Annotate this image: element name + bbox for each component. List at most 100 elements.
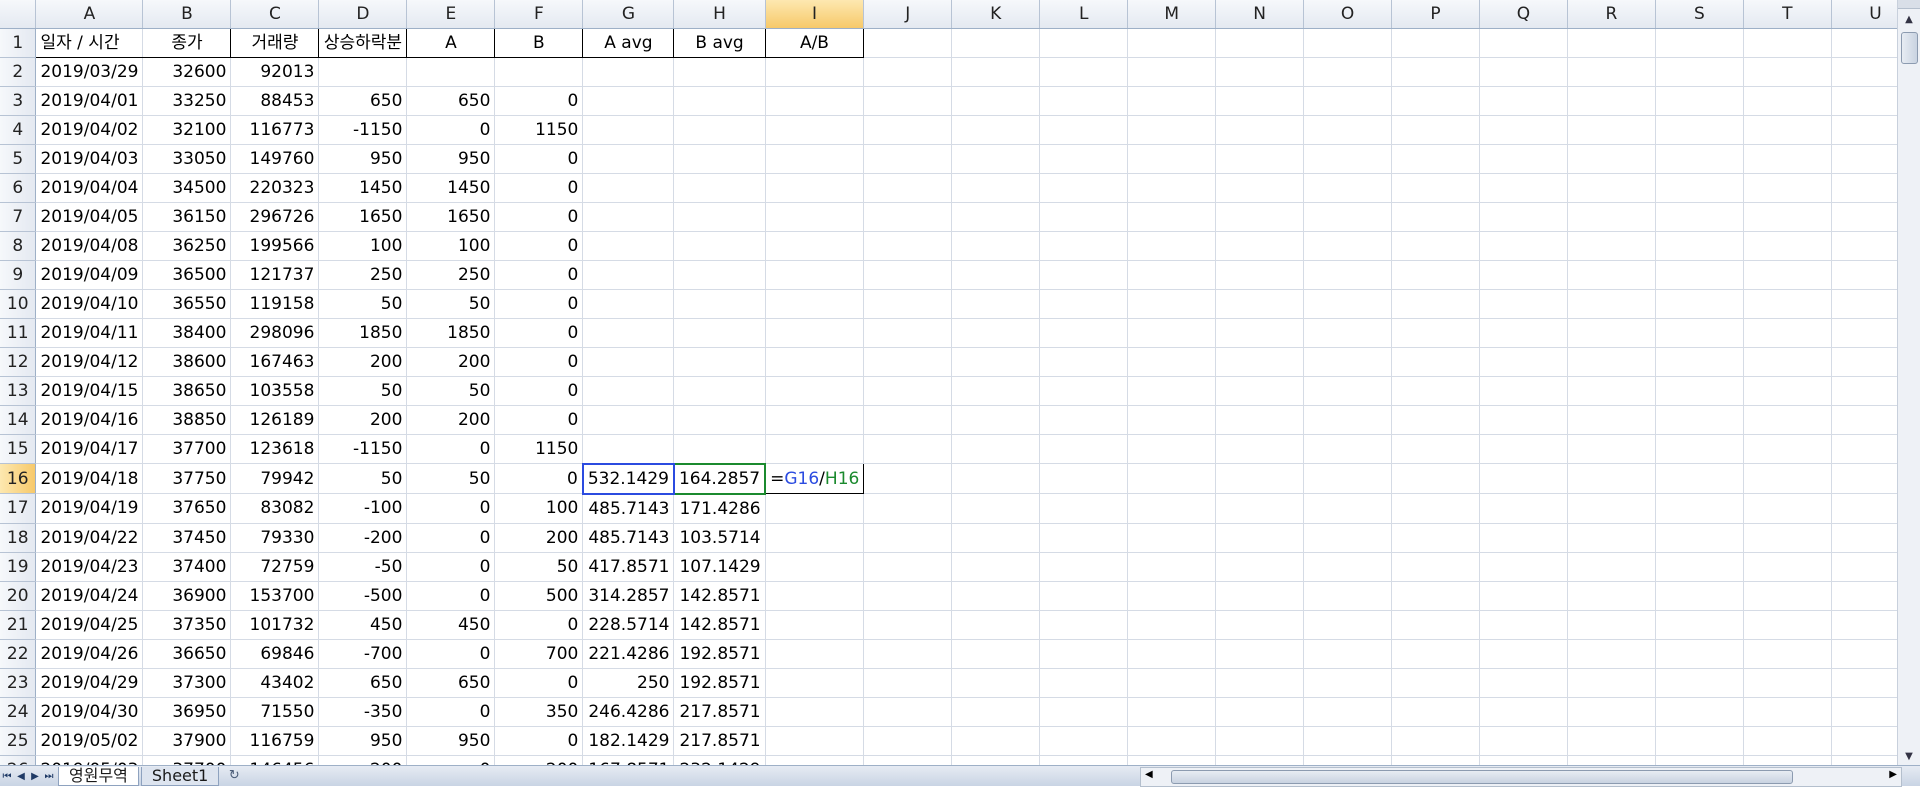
cell-i10[interactable]	[765, 289, 865, 319]
cell-m17[interactable]	[1127, 493, 1217, 524]
cell-s25[interactable]	[1655, 726, 1744, 756]
cell-s8[interactable]	[1655, 231, 1744, 261]
cell-p12[interactable]	[1391, 347, 1481, 377]
cell-a8[interactable]: 2019/04/08	[35, 231, 144, 261]
cell-i22[interactable]	[765, 639, 865, 669]
cell-f24[interactable]: 350	[494, 697, 584, 727]
cell-j8[interactable]	[863, 231, 953, 261]
column-header-b[interactable]: B	[142, 0, 232, 29]
cell-b25[interactable]: 37900	[142, 726, 232, 756]
cell-n10[interactable]	[1215, 289, 1305, 319]
cell-k14[interactable]	[951, 405, 1041, 435]
cell-l25[interactable]	[1039, 726, 1129, 756]
cell-r13[interactable]	[1567, 376, 1656, 406]
cell-n6[interactable]	[1215, 173, 1305, 203]
cell-a20[interactable]: 2019/04/24	[35, 581, 144, 611]
cell-m16[interactable]	[1127, 463, 1217, 494]
scroll-up-icon[interactable]: ▲	[1898, 9, 1920, 29]
cell-k2[interactable]	[951, 57, 1041, 87]
cell-b22[interactable]: 36650	[142, 639, 232, 669]
cell-i11[interactable]	[765, 318, 865, 348]
cell-l13[interactable]	[1039, 376, 1129, 406]
cell-d1[interactable]: 상승하락분	[318, 28, 408, 58]
cell-q17[interactable]	[1479, 493, 1568, 524]
column-header-c[interactable]: C	[230, 0, 320, 29]
cell-f21[interactable]: 0	[494, 610, 584, 640]
horizontal-scrollbar[interactable]: ◀ ▶	[1140, 767, 1902, 787]
cell-j19[interactable]	[863, 552, 953, 582]
cell-h3[interactable]	[673, 86, 766, 116]
cell-m18[interactable]	[1127, 523, 1217, 553]
cell-k25[interactable]	[951, 726, 1041, 756]
cell-h8[interactable]	[673, 231, 766, 261]
row-header[interactable]: 5	[0, 144, 37, 174]
cell-o10[interactable]	[1303, 289, 1393, 319]
cell-o25[interactable]	[1303, 726, 1393, 756]
cell-d7[interactable]: 1650	[318, 202, 408, 232]
cell-q4[interactable]	[1479, 115, 1568, 145]
horizontal-scroll-thumb[interactable]	[1171, 770, 1793, 784]
cell-e23[interactable]: 650	[406, 668, 496, 698]
split-handle[interactable]	[1898, 0, 1920, 9]
cell-n4[interactable]	[1215, 115, 1305, 145]
cell-l9[interactable]	[1039, 260, 1129, 290]
cell-e18[interactable]: 0	[406, 523, 496, 553]
cell-e14[interactable]: 200	[406, 405, 496, 435]
cell-i2[interactable]	[765, 57, 865, 87]
cell-c5[interactable]: 149760	[230, 144, 320, 174]
cell-p13[interactable]	[1391, 376, 1481, 406]
cell-m9[interactable]	[1127, 260, 1217, 290]
cell-n3[interactable]	[1215, 86, 1305, 116]
cell-q5[interactable]	[1479, 144, 1568, 174]
cell-q9[interactable]	[1479, 260, 1568, 290]
cell-o7[interactable]	[1303, 202, 1393, 232]
cell-k12[interactable]	[951, 347, 1041, 377]
cell-r15[interactable]	[1567, 434, 1656, 464]
cell-g14[interactable]	[582, 405, 675, 435]
cell-p5[interactable]	[1391, 144, 1481, 174]
cell-e8[interactable]: 100	[406, 231, 496, 261]
cell-r10[interactable]	[1567, 289, 1656, 319]
row-header[interactable]: 7	[0, 202, 37, 232]
row-header[interactable]: 20	[0, 581, 37, 611]
cell-g24[interactable]: 246.4286	[582, 697, 675, 727]
cell-l20[interactable]	[1039, 581, 1129, 611]
row-header[interactable]: 12	[0, 347, 37, 377]
cell-e12[interactable]: 200	[406, 347, 496, 377]
cell-s5[interactable]	[1655, 144, 1744, 174]
cell-m4[interactable]	[1127, 115, 1217, 145]
cell-q25[interactable]	[1479, 726, 1568, 756]
cell-c25[interactable]: 116759	[230, 726, 320, 756]
cell-o19[interactable]	[1303, 552, 1393, 582]
cell-d11[interactable]: 1850	[318, 318, 408, 348]
cell-e13[interactable]: 50	[406, 376, 496, 406]
cell-e3[interactable]: 650	[406, 86, 496, 116]
cell-n18[interactable]	[1215, 523, 1305, 553]
cell-o12[interactable]	[1303, 347, 1393, 377]
row-header[interactable]: 21	[0, 610, 37, 640]
cell-o24[interactable]	[1303, 697, 1393, 727]
cell-r18[interactable]	[1567, 523, 1656, 553]
cell-t18[interactable]	[1743, 523, 1832, 553]
cell-p7[interactable]	[1391, 202, 1481, 232]
cell-c9[interactable]: 121737	[230, 260, 320, 290]
cell-j1[interactable]	[863, 28, 953, 58]
cell-e2[interactable]	[406, 57, 496, 87]
cell-o22[interactable]	[1303, 639, 1393, 669]
cell-c22[interactable]: 69846	[230, 639, 320, 669]
cell-s19[interactable]	[1655, 552, 1744, 582]
cell-i13[interactable]	[765, 376, 865, 406]
cell-m25[interactable]	[1127, 726, 1217, 756]
cell-n13[interactable]	[1215, 376, 1305, 406]
cell-l14[interactable]	[1039, 405, 1129, 435]
cell-s1[interactable]	[1655, 28, 1744, 58]
cell-g25[interactable]: 182.1429	[582, 726, 675, 756]
cell-m12[interactable]	[1127, 347, 1217, 377]
cell-s17[interactable]	[1655, 493, 1744, 524]
cell-q11[interactable]	[1479, 318, 1568, 348]
cell-f7[interactable]: 0	[494, 202, 584, 232]
cell-p20[interactable]	[1391, 581, 1481, 611]
cell-h18[interactable]: 103.5714	[673, 523, 766, 553]
cell-l24[interactable]	[1039, 697, 1129, 727]
cell-c21[interactable]: 101732	[230, 610, 320, 640]
